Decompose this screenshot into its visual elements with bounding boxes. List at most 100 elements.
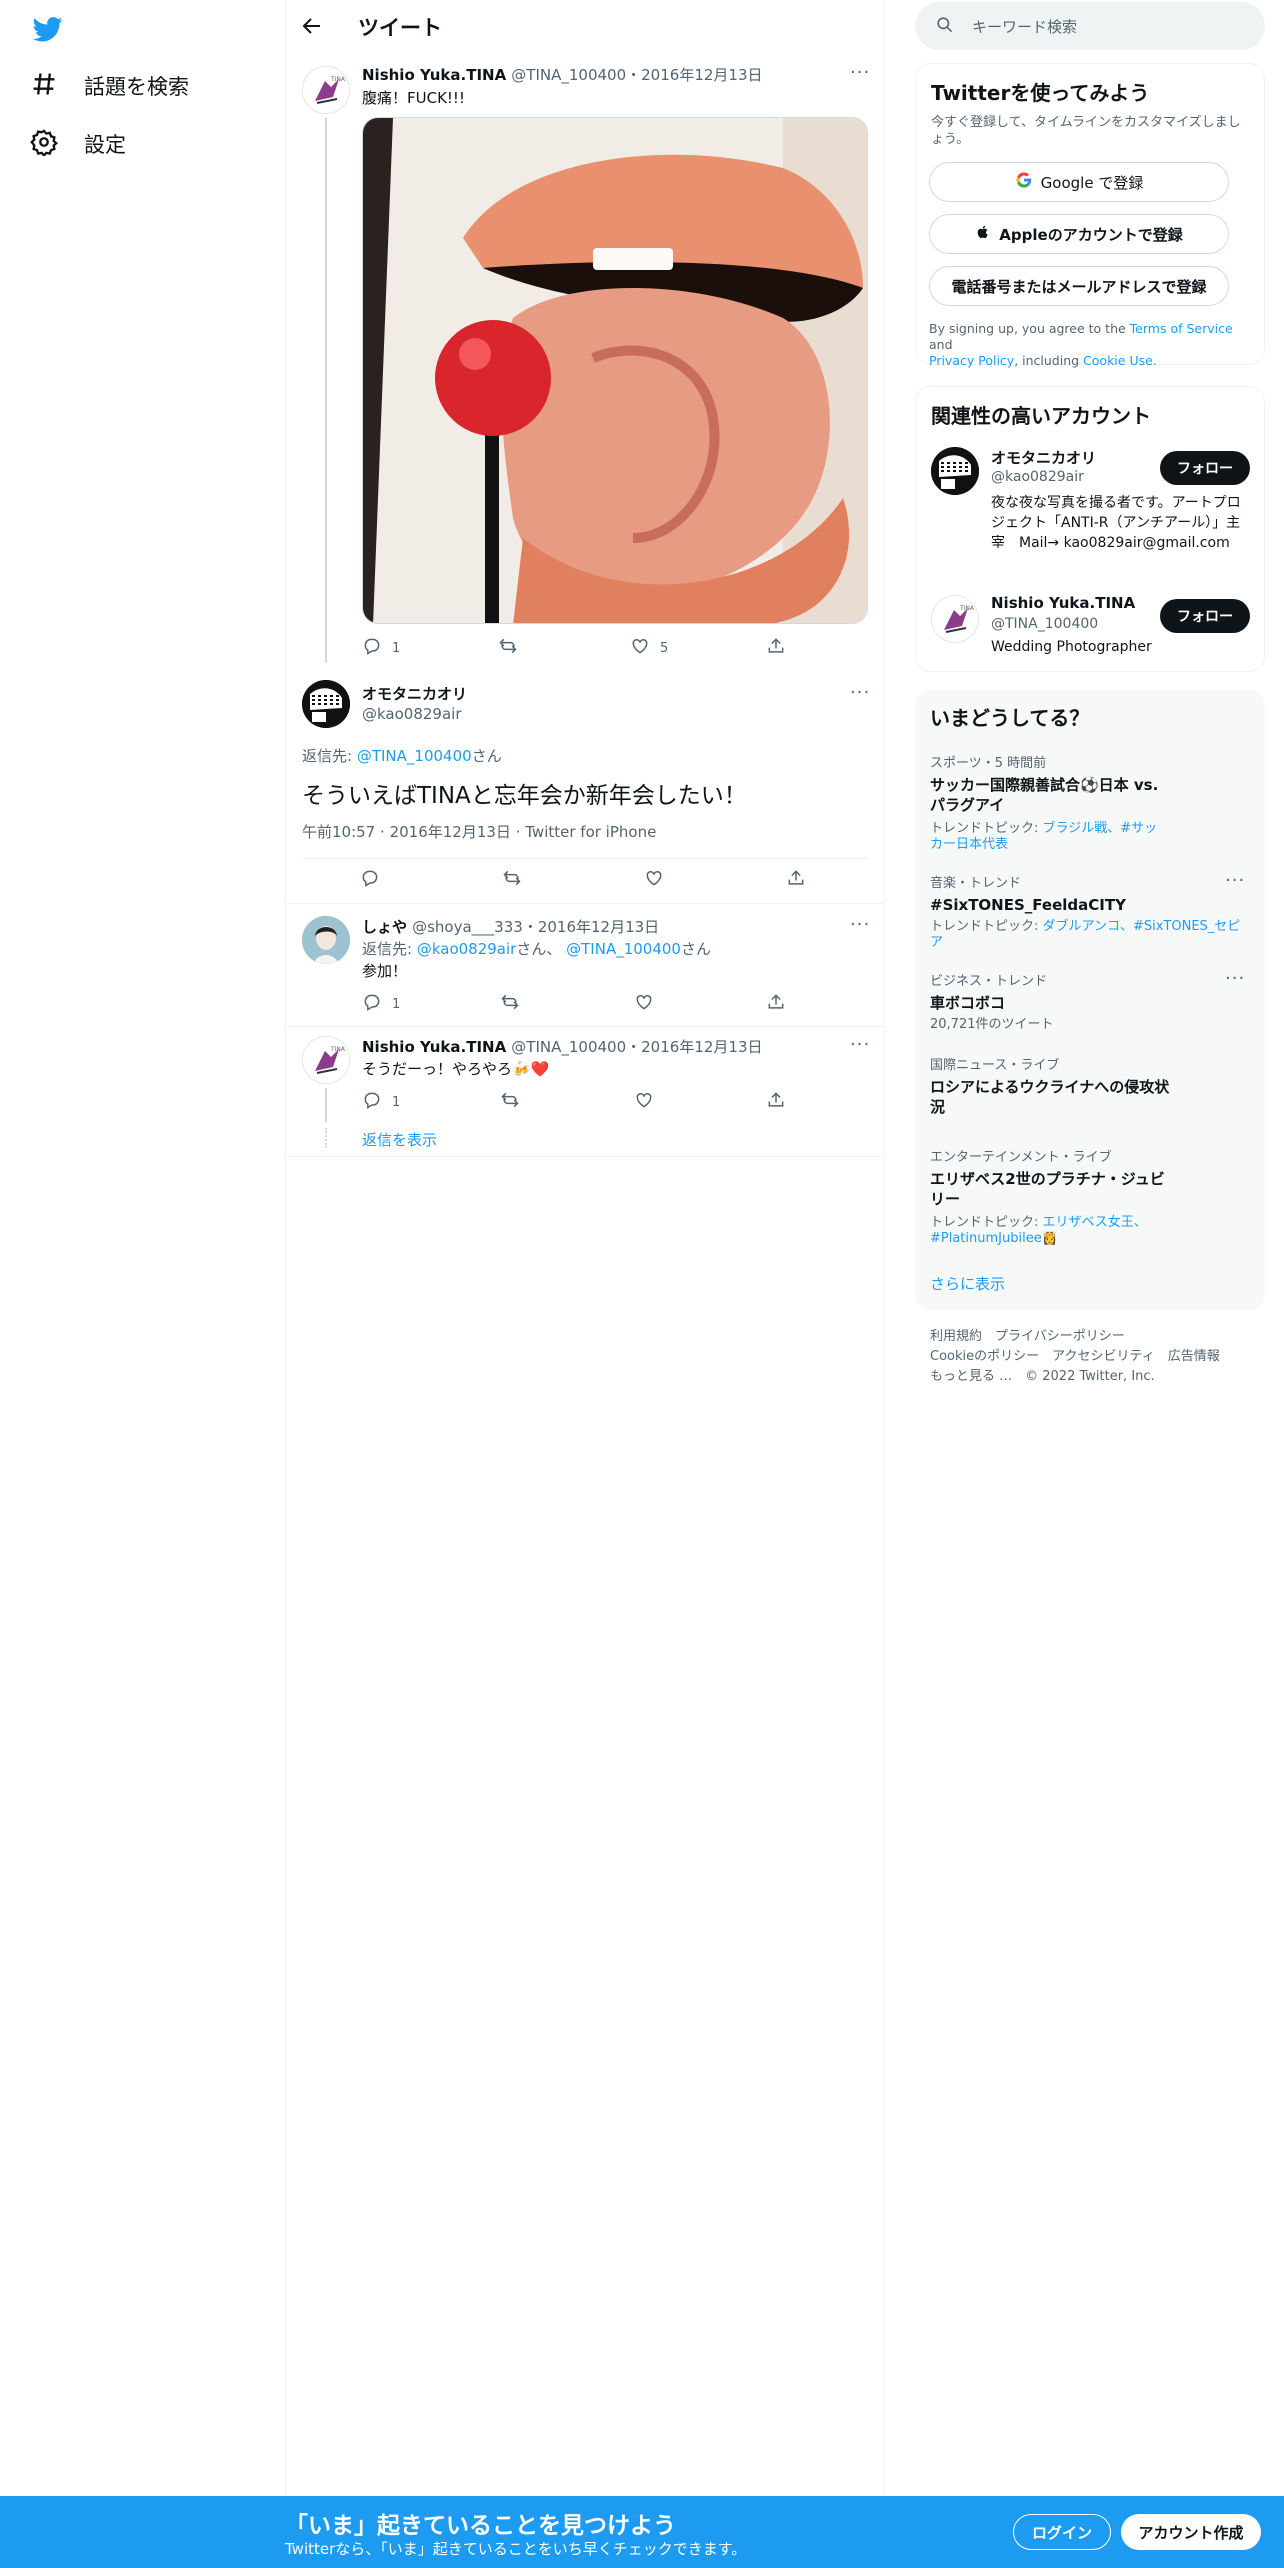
nav-settings[interactable]: 設定 [30, 118, 126, 170]
reply-to-link[interactable]: @kao0829air [417, 940, 517, 958]
account-handle[interactable]: @TINA_100400 [991, 616, 1098, 632]
related-title: 関連性の高いアカウント [931, 404, 1151, 428]
more-options-icon[interactable]: ··· [850, 1034, 870, 1055]
author-name[interactable]: しょや [362, 918, 407, 936]
author-name[interactable]: Nishio Yuka.TINA [362, 1038, 506, 1056]
reply-to-link[interactable]: @TINA_100400 [566, 940, 681, 958]
heart-icon [644, 868, 664, 892]
apple-signup-button[interactable]: Appleのアカウントで登録 [929, 214, 1229, 254]
avatar[interactable] [302, 916, 350, 964]
create-account-button[interactable]: アカウント作成 [1121, 2514, 1261, 2550]
search-placeholder[interactable]: キーワード検索 [972, 16, 1077, 37]
terms-of-service-link[interactable]: Terms of Service [1130, 321, 1233, 336]
tweet-date[interactable]: 2016年12月13日 [390, 823, 511, 841]
avatar[interactable]: TINA [302, 66, 350, 114]
cookie-use-link[interactable]: Cookie Use. [1083, 353, 1157, 368]
reply-to-link[interactable]: @TINA_100400 [357, 747, 472, 765]
svg-text:TINA: TINA [330, 1046, 346, 1053]
tweet-date[interactable]: ・2016年12月13日 [626, 66, 762, 84]
terms-text: By signing up, you agree to the Terms of… [929, 321, 1254, 369]
share-button[interactable] [766, 992, 786, 1016]
retweet-button[interactable] [502, 868, 522, 892]
share-button[interactable] [766, 636, 786, 660]
search-box[interactable]: キーワード検索 [915, 2, 1265, 50]
trend-category: スポーツ・5 時間前 [930, 756, 1047, 771]
trend-title: #SixTONES_FeeldaCITY [930, 896, 1126, 914]
share-button[interactable] [766, 1090, 786, 1114]
twitter-logo-icon[interactable] [32, 14, 63, 44]
follow-button[interactable]: フォロー [1160, 599, 1250, 633]
tweet-source[interactable]: Twitter for iPhone [525, 823, 656, 841]
phone-email-signup-button[interactable]: 電話番号またはメールアドレスで登録 [929, 266, 1229, 306]
thread-line [325, 118, 327, 663]
privacy-policy-link[interactable]: Privacy Policy [929, 353, 1014, 368]
back-arrow-icon[interactable] [300, 14, 324, 38]
gear-icon [30, 128, 59, 161]
trend-item[interactable]: 音楽・トレンド #SixTONES_FeeldaCITY トレンドトピック: ダ… [930, 872, 1245, 951]
terms-prefix: By signing up, you agree to the [929, 321, 1130, 336]
author-name[interactable]: オモタニカオリ [362, 683, 467, 704]
more-options-icon[interactable]: ··· [850, 914, 870, 935]
account-handle[interactable]: @kao0829air [991, 469, 1084, 485]
reply-button[interactable]: 1 [362, 992, 400, 1016]
divider [302, 858, 868, 859]
avatar[interactable] [931, 447, 979, 495]
tweet-date[interactable]: ・2016年12月13日 [523, 918, 659, 936]
more-options-icon[interactable]: ··· [850, 682, 870, 703]
signup-subtitle: 今すぐ登録して、タイムラインをカスタマイズしましょう。 [931, 115, 1241, 147]
tweet-text: そうだーっ！やろやろ🍻❤️ [362, 1060, 550, 1078]
footer-row-2[interactable]: Cookieのポリシー アクセシビリティ 広告情報 [930, 1347, 1220, 1367]
terms-and: and [929, 337, 953, 352]
reply-button[interactable]: 1 [362, 1090, 400, 1114]
like-button[interactable]: 5 [630, 636, 668, 660]
author-handle[interactable]: @kao0829air [362, 705, 462, 723]
avatar[interactable] [302, 680, 350, 728]
more-options-icon[interactable]: ··· [1225, 870, 1245, 891]
author-handle[interactable]: @TINA_100400 [511, 1038, 626, 1056]
account-bio: 夜な夜な写真を撮る者です。アートプロジェクト「ANTI-R（アンチアール）」主宰… [991, 495, 1241, 551]
account-name[interactable]: オモタニカオリ [991, 447, 1096, 468]
footer-row-3[interactable]: もっと見る … © 2022 Twitter, Inc. [930, 1367, 1220, 1387]
footer-links[interactable]: 利用規約 プライバシーポリシー Cookieのポリシー アクセシビリティ 広告情… [930, 1327, 1220, 1387]
show-replies-link[interactable]: 返信を表示 [362, 1129, 437, 1150]
avatar[interactable]: TINA [931, 595, 979, 643]
reply-button[interactable]: 1 [362, 636, 400, 660]
like-button[interactable] [634, 1090, 654, 1114]
trend-item[interactable]: ビジネス・トレンド 車ボコボコ 20,721件のツイート [930, 970, 1210, 1033]
account-bio: Wedding Photographer [991, 639, 1152, 655]
nav-explore[interactable]: 話題を検索 [30, 60, 189, 112]
like-button[interactable] [634, 992, 654, 1016]
login-button[interactable]: ログイン [1013, 2514, 1111, 2550]
author-name[interactable]: Nishio Yuka.TINA [362, 66, 506, 84]
thread-line [325, 1088, 327, 1122]
account-name[interactable]: Nishio Yuka.TINA [991, 594, 1135, 612]
google-signup-button[interactable]: Google で登録 [929, 162, 1229, 202]
trend-topics: トレンドトピック: エリザベス女王、#PlatinumJubilee👸 [930, 1215, 1170, 1247]
retweet-button[interactable] [500, 1090, 520, 1114]
follow-button[interactable]: フォロー [1160, 451, 1250, 485]
trend-topics: トレンドトピック: ブラジル戦、#サッカー日本代表 [930, 821, 1170, 853]
tweet-image[interactable] [362, 117, 868, 624]
like-button[interactable] [644, 868, 664, 892]
share-button[interactable] [786, 868, 806, 892]
footer-row-1[interactable]: 利用規約 プライバシーポリシー [930, 1327, 1220, 1347]
retweet-button[interactable] [500, 992, 520, 1016]
apple-icon [975, 224, 991, 244]
signup-title: Twitterを使ってみよう [931, 81, 1150, 105]
author-handle[interactable]: @TINA_100400 [511, 66, 626, 84]
trend-item[interactable]: エンターテインメント・ライブ エリザベス2世のプラチナ・ジュビリー トレンドトピ… [930, 1146, 1170, 1247]
show-more-link[interactable]: さらに表示 [930, 1273, 1005, 1294]
tweet-text: 腹痛！FUCK!!! [362, 89, 465, 107]
tweet-date[interactable]: ・2016年12月13日 [626, 1038, 762, 1056]
more-options-icon[interactable]: ··· [1225, 968, 1245, 989]
reply-button[interactable] [360, 868, 380, 892]
trend-item[interactable]: スポーツ・5 時間前 サッカー国際親善試合⚽️日本 vs. パラグアイ トレンド… [930, 752, 1170, 853]
trend-topics-prefix: トレンドトピック: [930, 821, 1043, 836]
avatar[interactable]: TINA [302, 1036, 350, 1084]
more-options-icon[interactable]: ··· [850, 62, 870, 83]
author-handle[interactable]: @shoya___333 [412, 918, 523, 936]
heart-icon [630, 636, 650, 660]
tweet-time[interactable]: 午前10:57 [302, 823, 375, 841]
trend-item[interactable]: 国際ニュース・ライブ ロシアによるウクライナへの侵攻状況 [930, 1054, 1170, 1117]
retweet-button[interactable] [498, 636, 518, 660]
